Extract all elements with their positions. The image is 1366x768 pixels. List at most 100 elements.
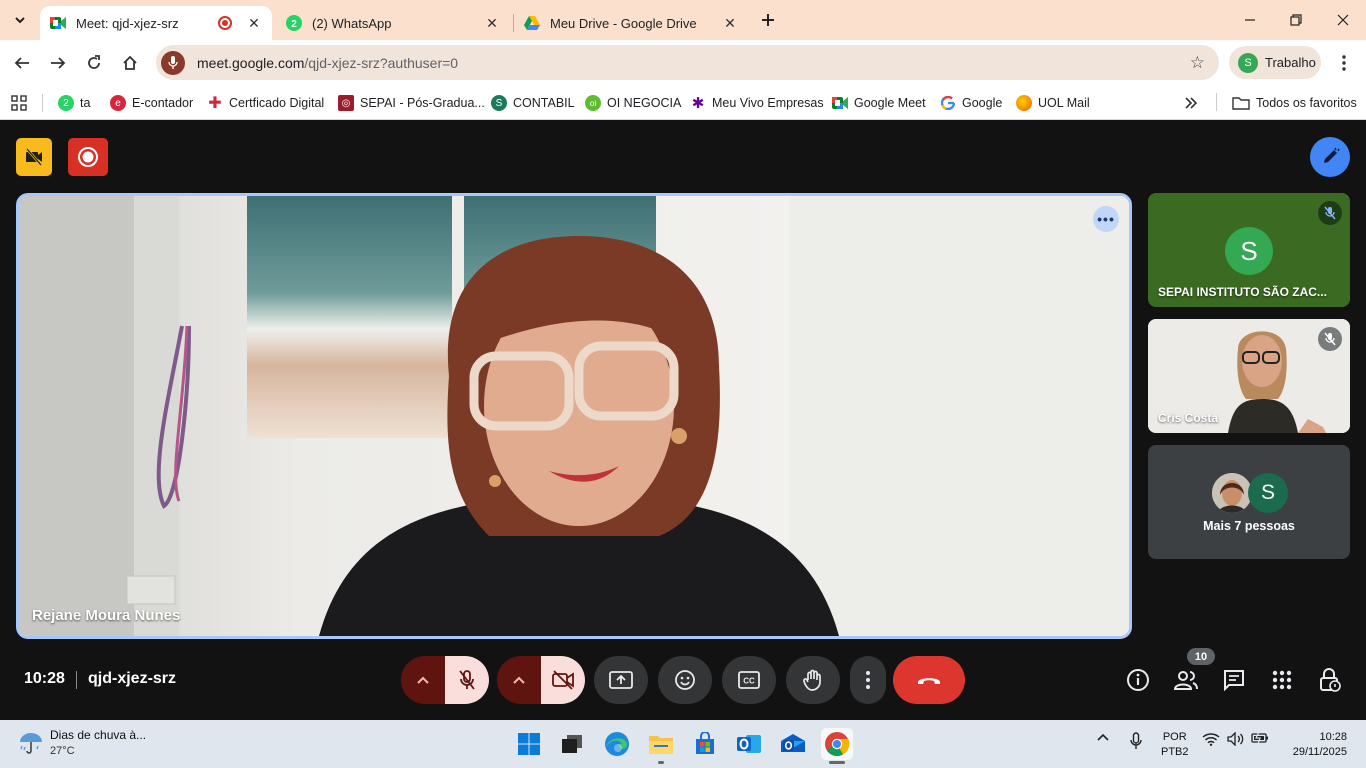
input-language-indicator[interactable]: POR PTB2 (1161, 730, 1189, 760)
close-tab-icon[interactable]: ✕ (722, 15, 738, 31)
recording-button[interactable] (68, 138, 108, 176)
outlook-app[interactable] (733, 728, 765, 760)
reload-icon (88, 55, 100, 69)
toggle-camera-button[interactable] (541, 656, 585, 704)
more-bookmarks-button[interactable] (1184, 92, 1198, 114)
more-vert-icon (1342, 55, 1346, 71)
bookmark-separator (42, 94, 43, 112)
microphone-icon[interactable] (161, 50, 185, 75)
camera-options-button[interactable] (497, 656, 541, 704)
file-explorer-app[interactable] (645, 728, 677, 760)
people-button[interactable] (1172, 666, 1200, 694)
bookmark-vivo[interactable]: ✱ Meu Vivo Empresas (690, 92, 824, 114)
home-icon (123, 55, 137, 70)
avatar (1212, 473, 1252, 513)
back-button[interactable] (9, 50, 35, 76)
task-view-button[interactable] (556, 728, 588, 760)
bookmarks-bar: 2 ta e E-contador ✚ Certficado Digital ◎… (0, 86, 1366, 120)
outlook-new-app[interactable] (777, 728, 809, 760)
camera-off-indicator-button[interactable] (16, 138, 52, 176)
record-icon (78, 147, 98, 167)
bookmark-contabil[interactable]: S CONTABIL (491, 92, 575, 114)
leave-call-button[interactable] (893, 656, 965, 704)
volume-icon[interactable] (1227, 732, 1245, 746)
umbrella-rain-icon (20, 733, 42, 754)
reactions-button[interactable] (658, 656, 712, 704)
start-button[interactable] (513, 728, 545, 760)
chat-button[interactable] (1220, 666, 1248, 694)
bookmark-google[interactable]: Google (940, 92, 1002, 114)
people-icon (1173, 671, 1198, 690)
main-video-tile[interactable]: ••• Rejane Moura Nunes (16, 193, 1132, 639)
tray-overflow-button[interactable] (1096, 732, 1110, 742)
address-bar[interactable]: meet.google.com/qjd-xjez-srz?authuser=0 … (156, 45, 1219, 80)
activities-button[interactable] (1268, 666, 1296, 694)
tab-whatsapp[interactable]: 2 (2) WhatsApp ✕ (276, 6, 510, 40)
home-button[interactable] (117, 50, 143, 76)
close-tab-icon[interactable]: ✕ (246, 15, 262, 31)
bookmark-google-meet[interactable]: Google Meet (832, 92, 926, 114)
browser-menu-button[interactable] (1332, 50, 1356, 76)
avatar: S (1248, 473, 1288, 513)
microphone-tray-button[interactable] (1129, 732, 1143, 750)
profile-button[interactable]: S Trabalho (1229, 46, 1321, 79)
apps-grid-icon (1272, 670, 1292, 690)
all-bookmarks-folder[interactable]: Todos os favoritos (1232, 92, 1357, 114)
bookmark-certificado[interactable]: ✚ Certficado Digital (207, 92, 324, 114)
weather-widget[interactable] (18, 730, 44, 756)
captions-button[interactable]: CC (722, 656, 776, 704)
taskbar-clock[interactable]: 10:28 29/11/2025 (1285, 730, 1347, 760)
participant-tile-sepai[interactable]: S SEPAI INSTITUTO SÃO ZAC... (1148, 193, 1350, 307)
bookmark-oi-negocia[interactable]: oi OI NEGOCIA (585, 92, 681, 114)
tab-drive[interactable]: Meu Drive - Google Drive ✕ (514, 6, 748, 40)
store-icon (696, 732, 714, 754)
info-icon (1127, 669, 1149, 691)
google-meet-icon (832, 95, 848, 111)
bookmark-e-contador[interactable]: e E-contador (110, 92, 193, 114)
minimize-button[interactable] (1238, 8, 1262, 32)
microphone-icon (1130, 732, 1142, 749)
host-controls-button[interactable] (1316, 666, 1344, 694)
wifi-icon[interactable] (1202, 732, 1220, 746)
tab-meet[interactable]: Meet: qjd-xjez-srz ✕ (40, 6, 272, 40)
participant-name: Cris Costa (1158, 411, 1219, 425)
raise-hand-button[interactable] (786, 656, 840, 704)
oi-icon: oi (585, 95, 601, 111)
vivo-icon: ✱ (691, 95, 705, 112)
chat-icon (1224, 670, 1244, 691)
battery-icon[interactable] (1251, 732, 1269, 744)
present-screen-button[interactable] (594, 656, 648, 704)
participant-name: SEPAI INSTITUTO SÃO ZAC... (1158, 285, 1327, 299)
meeting-details-button[interactable] (1124, 666, 1152, 694)
bookmark-uol-mail[interactable]: UOL Mail (1016, 92, 1090, 114)
edit-annotate-button[interactable] (1310, 137, 1350, 177)
new-tab-button[interactable] (757, 9, 779, 31)
mic-control (401, 656, 489, 704)
restore-icon (1290, 14, 1302, 26)
avatar: S (1225, 227, 1273, 275)
more-options-button[interactable] (850, 656, 886, 704)
tile-more-options-button[interactable]: ••• (1093, 206, 1119, 232)
participant-tile-cris-costa[interactable]: Cris Costa (1148, 319, 1350, 433)
chrome-app[interactable] (821, 728, 853, 760)
svg-text:CC: CC (743, 677, 755, 686)
bookmark-sepai[interactable]: ◎ SEPAI - Pós-Gradua... (338, 92, 485, 114)
toggle-mic-button[interactable] (445, 656, 489, 704)
tab-search-button[interactable] (8, 8, 32, 32)
close-tab-icon[interactable]: ✕ (484, 15, 500, 31)
more-people-tile[interactable]: S Mais 7 pessoas (1148, 445, 1350, 559)
minimize-icon (1245, 19, 1255, 21)
restore-button[interactable] (1284, 8, 1308, 32)
close-window-button[interactable] (1331, 8, 1355, 32)
microsoft-store-app[interactable] (689, 728, 721, 760)
bookmark-whatsapp[interactable]: 2 ta (58, 92, 90, 114)
apps-button[interactable] (11, 92, 27, 114)
mic-options-button[interactable] (401, 656, 445, 704)
edge-app[interactable] (601, 728, 633, 760)
reload-button[interactable] (81, 50, 107, 76)
mic-off-icon (459, 670, 475, 690)
forward-button[interactable] (45, 50, 71, 76)
cross-icon: ✚ (208, 95, 222, 112)
browser-toolbar: meet.google.com/qjd-xjez-srz?authuser=0 … (0, 40, 1366, 86)
bookmark-star-icon[interactable]: ☆ (1190, 53, 1205, 73)
